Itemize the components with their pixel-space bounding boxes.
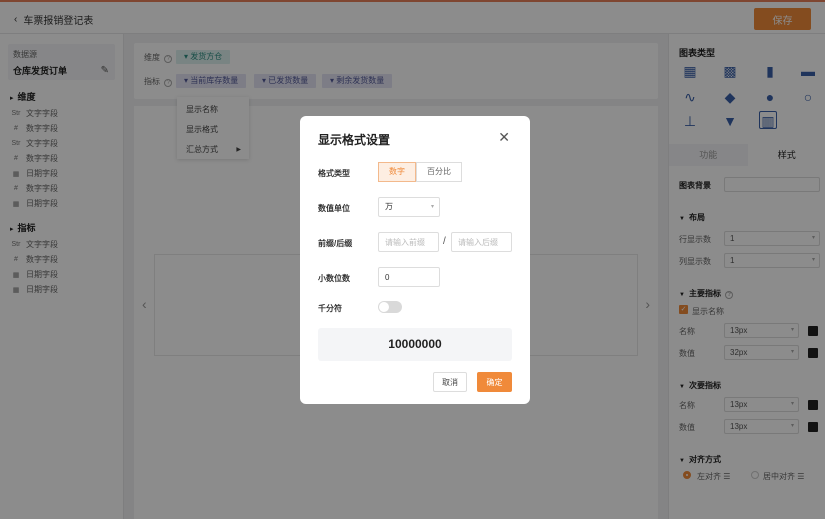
dialog-title: 显示格式设置: [318, 133, 391, 147]
close-icon[interactable]: ✕: [498, 129, 510, 146]
suffix-input[interactable]: [451, 232, 512, 252]
thousands-toggle[interactable]: [378, 301, 402, 313]
decimal-input[interactable]: [378, 267, 440, 287]
format-type-toggle: 数字 百分比: [378, 162, 462, 182]
decimal-label: 小数位数: [318, 274, 350, 283]
separator-slash: /: [443, 236, 446, 247]
prefix-suffix-label: 前缀/后缀: [318, 239, 353, 248]
confirm-button[interactable]: 确定: [477, 372, 512, 392]
prefix-input[interactable]: [378, 232, 439, 252]
unit-label: 数值单位: [318, 204, 350, 213]
unit-select[interactable]: 万 ▾: [378, 197, 440, 217]
thousands-label: 千分符: [318, 304, 342, 313]
format-type-label: 格式类型: [318, 169, 350, 178]
cancel-button[interactable]: 取消: [433, 372, 467, 392]
toggle-knob: [379, 302, 389, 312]
format-preview: 10000000: [318, 328, 512, 361]
chevron-down-icon: ▾: [430, 204, 434, 210]
format-percent-option[interactable]: 百分比: [416, 162, 462, 182]
format-number-option[interactable]: 数字: [378, 162, 416, 182]
format-settings-dialog: 显示格式设置 ✕ 格式类型 数字 百分比 数值单位 万▾ 前缀/后缀 / 小数位…: [300, 116, 530, 404]
